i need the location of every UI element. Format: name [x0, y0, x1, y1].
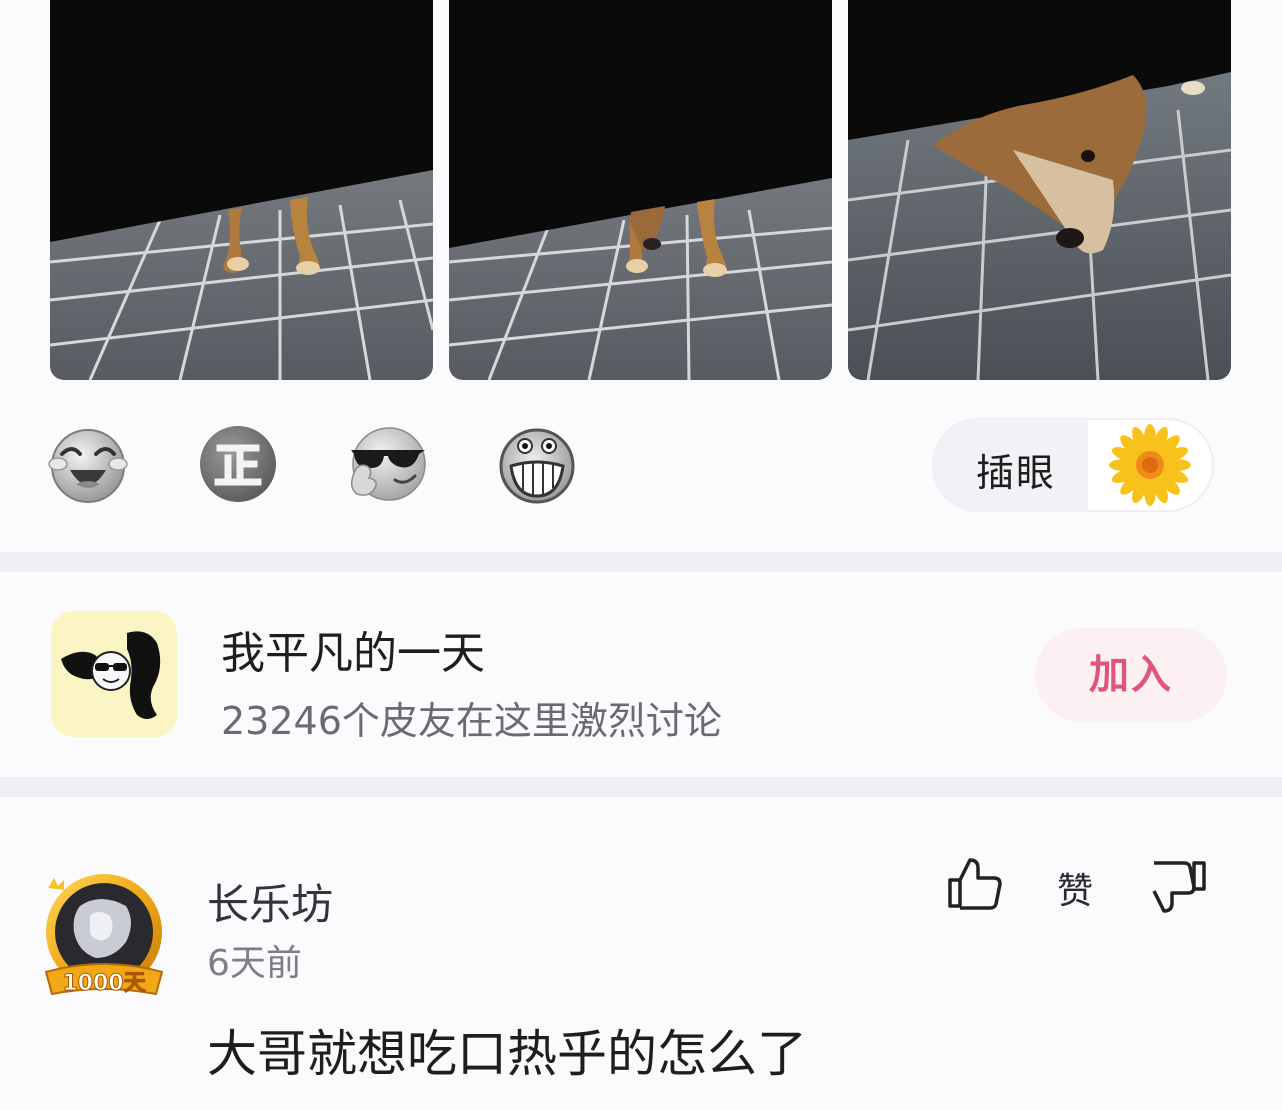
comment-timestamp: 6天前 — [207, 943, 302, 984]
laughing-tears-icon[interactable] — [48, 424, 128, 504]
avatar[interactable]: 1000天 — [40, 866, 170, 1006]
zheng-icon[interactable] — [198, 424, 278, 504]
join-button[interactable]: 加入 — [1035, 628, 1227, 722]
grin-icon[interactable] — [497, 424, 577, 504]
community-name[interactable]: 我平凡的一天 — [221, 617, 485, 681]
community-avatar[interactable] — [51, 611, 177, 737]
post-photo[interactable] — [50, 0, 433, 380]
sunglasses-icon[interactable] — [347, 424, 427, 504]
comment-text: 大哥就想吃口热乎的怎么了 — [207, 1025, 807, 1083]
flower-icon — [1088, 420, 1212, 510]
post-photo[interactable] — [848, 0, 1231, 380]
like-label[interactable]: 赞 — [1057, 862, 1093, 914]
thumbs-up-icon[interactable] — [944, 852, 1006, 914]
poke-button[interactable]: 插眼 — [932, 418, 1214, 512]
community-member-count: 23246个皮友在这里激烈讨论 — [221, 699, 722, 743]
page: 插眼 我平凡的一天 23246个皮友在这里激烈讨论 加入 1000天 长乐坊 6… — [0, 0, 1282, 1110]
thumbs-down-icon[interactable] — [1148, 855, 1210, 917]
section-divider — [0, 777, 1282, 797]
section-divider — [0, 552, 1282, 572]
avatar-badge: 1000天 — [62, 971, 146, 996]
poke-label: 插眼 — [976, 451, 1057, 495]
post-photo[interactable] — [449, 0, 832, 380]
comment-username[interactable]: 长乐坊 — [207, 871, 333, 932]
